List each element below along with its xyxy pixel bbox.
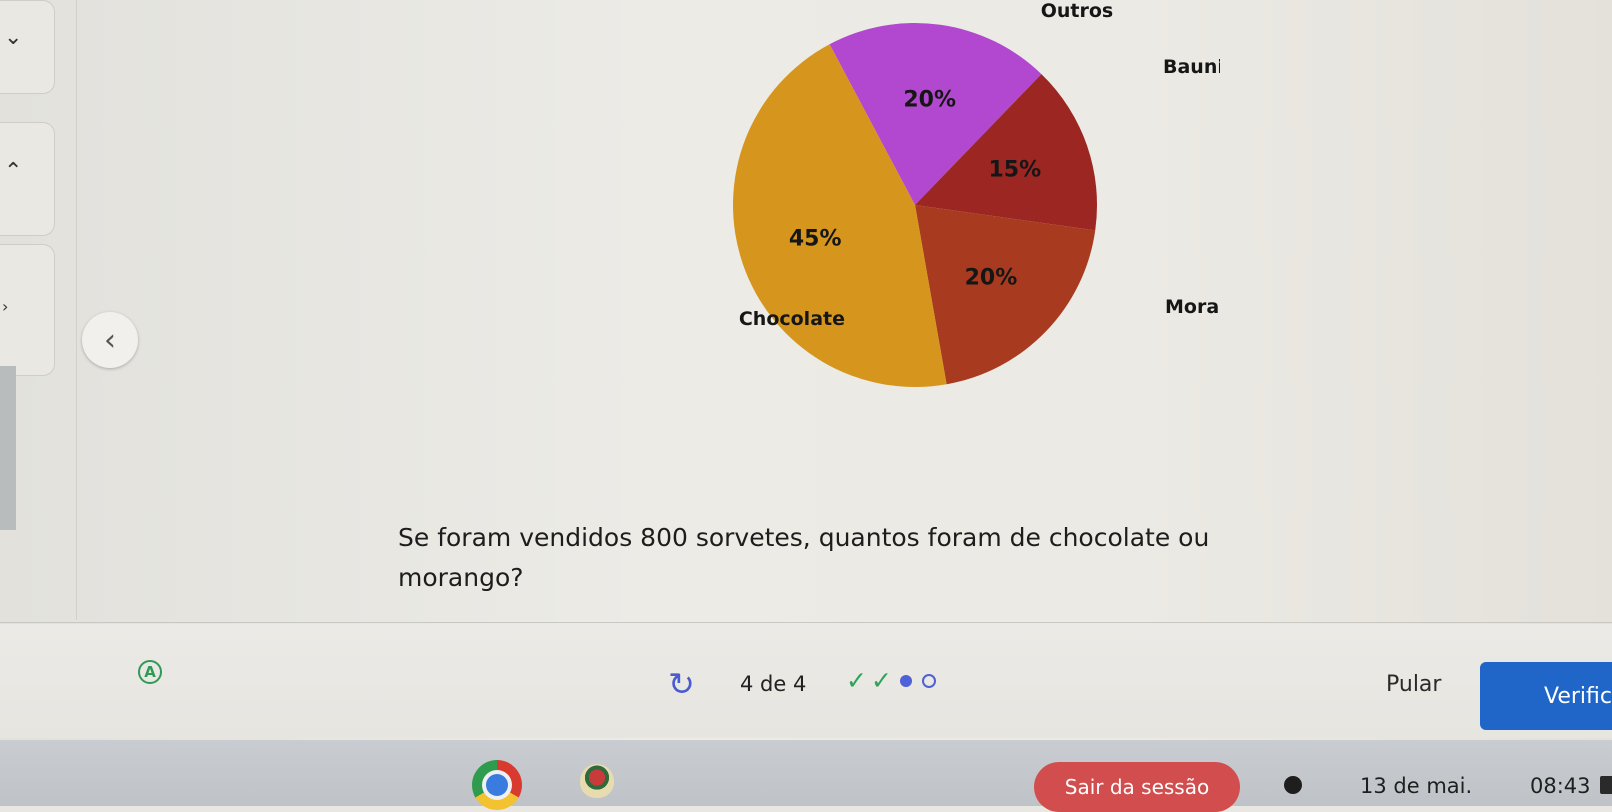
chevron-down-icon: ⌄ [4,25,23,50]
sidebar-card-middle[interactable]: ⌃ [0,122,55,236]
sidebar-card-lower[interactable]: › [0,244,55,376]
chevron-right-icon: › [2,297,9,316]
progress-marks: ✓ ✓ [846,668,936,693]
content-divider [76,0,77,620]
chevron-up-icon: ⌃ [4,159,23,184]
notification-icon[interactable] [1284,776,1302,794]
taskbar-date[interactable]: 13 de mai. [1360,774,1472,798]
sidebar-card-top[interactable]: ⌄ [0,0,55,94]
taskbar-time[interactable]: 08:43 [1530,774,1591,798]
left-sidebar: ⌄ ⌃ › [0,0,78,620]
pie-value-label: 45% [789,226,842,251]
accessibility-glyph: A [144,663,156,681]
current-step-dot-icon [899,674,912,687]
pie-slice-morango [915,205,1096,385]
logout-button[interactable]: Sair da sessão [1034,762,1240,812]
pie-category-label: Chocolate [739,308,845,330]
pie-value-label: 15% [988,158,1041,183]
chevron-left-icon: ‹ [104,322,116,358]
retry-icon[interactable]: ↻ [668,668,695,700]
pie-category-label: Baunilha [1163,56,1220,78]
verify-button[interactable]: Verific [1480,662,1612,730]
sidebar-scroll-strip [0,366,16,530]
previous-button[interactable]: ‹ [82,312,138,368]
lesson-screen: ⌄ ⌃ › ‹ 20% Outros 15% Baunilha 20% Morango 45… [0,0,1612,812]
state-emblem-app-icon[interactable] [580,764,614,798]
accessibility-icon[interactable]: A [138,660,162,684]
progress-counter: 4 de 4 [740,672,807,696]
footer-divider [0,622,1612,623]
question-text: Se foram vendidos 800 sorvetes, quantos … [398,523,1210,592]
pie-value-label: 20% [965,265,1018,290]
pie-category-label: Morango [1165,296,1220,318]
pie-value-label: 20% [903,87,956,112]
pie-category-label: Outros [1041,0,1114,22]
check-icon: ✓ [870,666,892,695]
chrome-browser-icon[interactable] [472,760,522,810]
skip-button[interactable]: Pular [1386,672,1441,697]
pending-step-circle-icon [921,673,936,688]
pie-chart: 20% Outros 15% Baunilha 20% Morango 45% Chocola… [733,0,1220,388]
battery-icon[interactable] [1600,776,1612,794]
check-icon: ✓ [846,666,867,695]
